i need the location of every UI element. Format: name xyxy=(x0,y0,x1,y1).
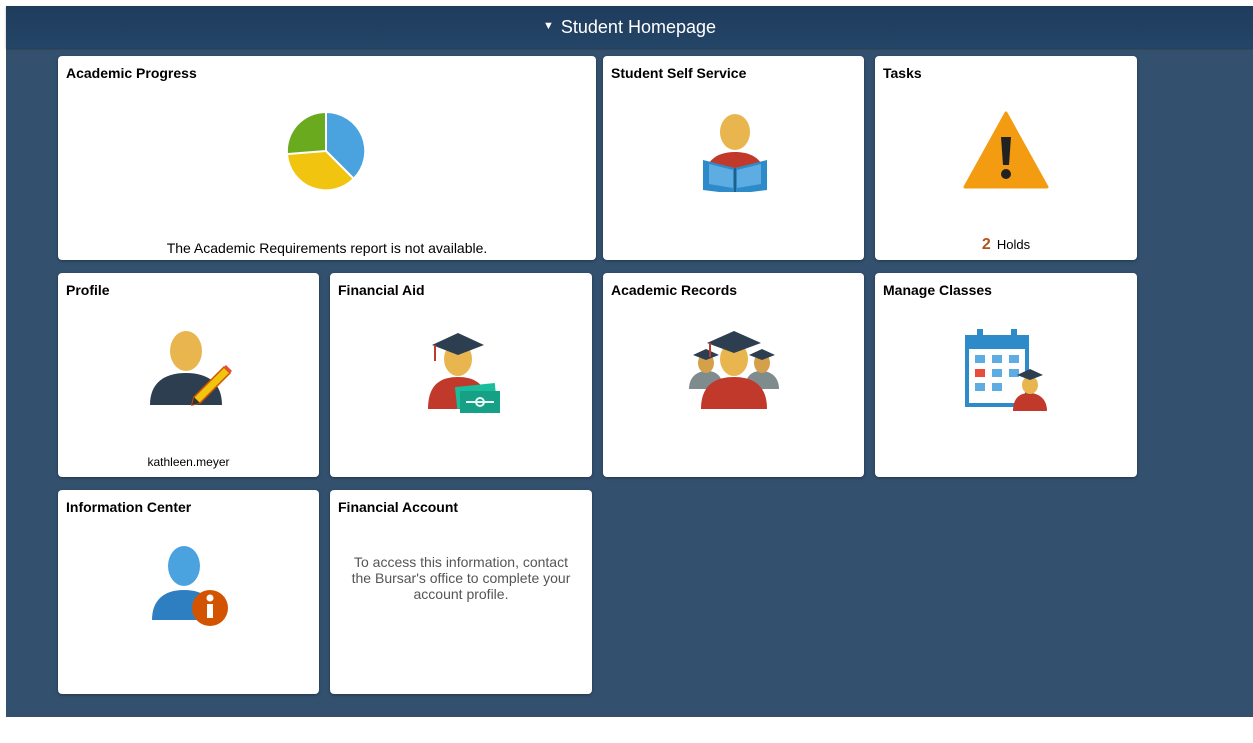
tile-title: Academic Progress xyxy=(66,65,197,81)
tile-title: Financial Account xyxy=(338,499,459,515)
tile-financial-aid[interactable]: Financial Aid xyxy=(330,273,592,477)
profile-edit-icon xyxy=(150,331,232,407)
warning-icon xyxy=(963,111,1049,189)
person-info-icon xyxy=(152,546,228,626)
calendar-student-icon xyxy=(965,329,1047,411)
financial-account-message: To access this information, contact the … xyxy=(340,554,582,602)
holds-label: Holds xyxy=(996,237,1031,252)
holds-count: 2 xyxy=(981,236,991,253)
profile-username: kathleen.meyer xyxy=(147,455,230,469)
pie-chart-icon xyxy=(287,112,365,190)
page-title: Student Homepage xyxy=(560,16,716,37)
tile-title: Student Self Service xyxy=(611,65,747,81)
tile-title: Financial Aid xyxy=(338,282,425,298)
graduates-group-icon xyxy=(689,331,779,409)
tile-profile[interactable]: Profile kathleen.meyer xyxy=(58,273,319,477)
caret-down-icon[interactable]: ▼ xyxy=(543,20,554,32)
page-header[interactable]: ▼ Student Homepage xyxy=(6,6,1253,48)
tile-title: Information Center xyxy=(66,499,192,515)
financial-account-message-line: account profile. xyxy=(413,586,509,602)
tile-title: Academic Records xyxy=(611,282,738,298)
financial-account-message-line: To access this information, contact xyxy=(354,554,568,570)
page-frame: ▼ Student Homepage Academic Progress The… xyxy=(6,6,1253,717)
tile-information-center[interactable]: Information Center xyxy=(58,490,319,694)
tile-title: Manage Classes xyxy=(883,282,992,298)
tile-manage-classes[interactable]: Manage Classes xyxy=(875,273,1137,477)
tile-title: Tasks xyxy=(883,65,922,81)
tile-academic-progress[interactable]: Academic Progress The Academic Requireme… xyxy=(58,56,596,260)
tile-student-self-service[interactable]: Student Self Service xyxy=(603,56,864,260)
financial-account-message-line: the Bursar's office to complete your xyxy=(351,570,571,586)
tile-academic-records[interactable]: Academic Records xyxy=(603,273,864,477)
tile-tasks[interactable]: Tasks 2 Holds xyxy=(875,56,1137,260)
academic-progress-message: The Academic Requirements report is not … xyxy=(166,240,488,256)
holds-indicator[interactable]: 2 Holds xyxy=(875,236,1137,254)
tile-financial-account[interactable]: Financial Account To access this informa… xyxy=(330,490,592,694)
graduate-money-icon xyxy=(428,333,500,413)
tile-title: Profile xyxy=(66,282,110,298)
student-reading-icon xyxy=(703,114,767,192)
